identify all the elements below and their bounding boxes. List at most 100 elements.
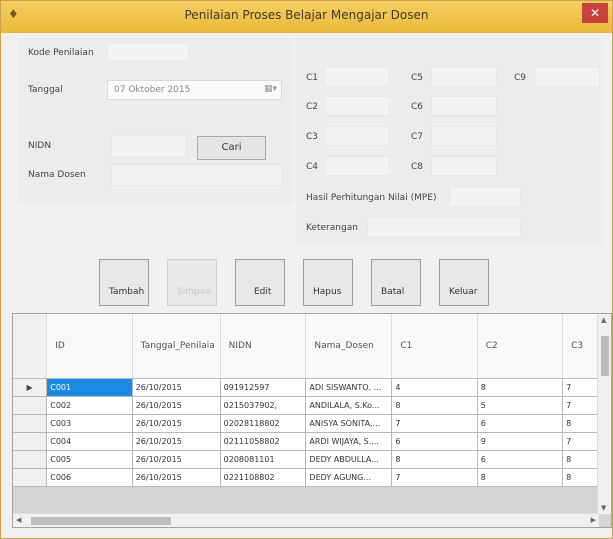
keterangan-field[interactable] (367, 217, 521, 237)
kode-penilaian-label: Kode Penilaian (28, 48, 94, 58)
cell-c2[interactable]: 8 (477, 378, 564, 397)
c8-field[interactable] (431, 156, 497, 176)
batal-button[interactable]: Batal (371, 259, 421, 306)
c5-field[interactable] (431, 67, 497, 87)
column-header-tanggal[interactable]: Tanggal_Penilaia (132, 314, 221, 379)
cell-nidn[interactable]: 02111058802 (220, 432, 307, 451)
calendar-icon[interactable]: ▦▾ (264, 84, 277, 94)
cell-c2[interactable]: 9 (477, 432, 564, 451)
row-header[interactable] (13, 450, 48, 469)
cell-nama-dosen[interactable]: ADI SISWANTO, ... (305, 378, 393, 397)
scroll-down-icon[interactable]: ▼ (601, 504, 606, 512)
cell-nidn[interactable]: 0215037902, (220, 396, 307, 415)
cell-id[interactable]: C003 (46, 414, 133, 433)
row-header[interactable] (13, 396, 48, 415)
cell-c1[interactable]: 4 (391, 378, 478, 397)
column-header-id[interactable]: ID (46, 314, 133, 379)
scroll-up-icon[interactable]: ▲ (601, 316, 606, 324)
cell-c2[interactable]: 8 (477, 468, 564, 487)
cell-c1[interactable]: 8 (391, 396, 478, 415)
cell-tanggal[interactable]: 26/10/2015 (132, 450, 221, 469)
c5-label: C5 (411, 73, 424, 83)
current-row-indicator[interactable]: ▶ (13, 378, 48, 397)
nidn-label: NIDN (28, 141, 52, 151)
cell-c2[interactable]: 6 (477, 414, 564, 433)
cell-nama-dosen[interactable]: DEDY AGUNG... (305, 468, 393, 487)
hasil-mpe-field[interactable] (449, 187, 521, 207)
keterangan-label: Keterangan (306, 223, 358, 233)
table-row[interactable]: C004 26/10/2015 02111058802 ARDI WIJAYA,… (13, 432, 611, 451)
row-header-corner (13, 314, 48, 379)
c3-field[interactable] (324, 126, 390, 146)
hasil-mpe-label: Hasil Perhitungan Nilai (MPE) (306, 193, 437, 203)
tanggal-label: Tanggal (28, 85, 63, 95)
cell-tanggal[interactable]: 26/10/2015 (132, 468, 221, 487)
scroll-right-icon[interactable]: ▶ (591, 516, 596, 524)
c9-field[interactable] (534, 67, 600, 87)
row-header[interactable] (13, 414, 48, 433)
cell-tanggal[interactable]: 26/10/2015 (132, 414, 221, 433)
cell-c1[interactable]: 8 (391, 450, 478, 469)
row-header[interactable] (13, 432, 48, 451)
cell-nidn[interactable]: 0208081101 (220, 450, 307, 469)
close-button[interactable]: ✕ (582, 3, 608, 23)
cell-tanggal[interactable]: 26/10/2015 (132, 396, 221, 415)
column-header-nama-dosen[interactable]: Nama_Dosen (305, 314, 393, 379)
edit-button[interactable]: Edit (235, 259, 285, 306)
hapus-button[interactable]: Hapus (303, 259, 353, 306)
cell-c1[interactable]: 7 (391, 414, 478, 433)
table-row[interactable]: C005 26/10/2015 0208081101 DEDY ABDULLA.… (13, 450, 611, 469)
cell-nama-dosen[interactable]: ANDILALA, S.Ko... (305, 396, 393, 415)
scroll-left-icon[interactable]: ◀ (16, 516, 21, 524)
vertical-scroll-thumb[interactable] (601, 336, 609, 376)
tanggal-value: 07 Oktober 2015 (114, 85, 191, 95)
cell-nidn[interactable]: 091912597 (220, 378, 307, 397)
c4-field[interactable] (324, 156, 390, 176)
table-row[interactable]: C006 26/10/2015 0221108802 DEDY AGUNG...… (13, 468, 611, 487)
c1-field[interactable] (324, 67, 390, 87)
cell-nidn[interactable]: 0221108802 (220, 468, 307, 487)
vertical-scrollbar[interactable]: ▲ ▼ (597, 314, 611, 514)
row-header[interactable] (13, 468, 48, 487)
column-header-nidn[interactable]: NIDN (220, 314, 307, 379)
cell-id[interactable]: C005 (46, 450, 133, 469)
cari-button[interactable]: Cari (197, 136, 266, 160)
cell-c1[interactable]: 7 (391, 468, 478, 487)
c2-field[interactable] (324, 96, 390, 116)
c3-label: C3 (306, 132, 319, 142)
tambah-button[interactable]: Tambah (99, 259, 149, 306)
kode-penilaian-field[interactable] (107, 43, 189, 61)
cell-id[interactable]: C006 (46, 468, 133, 487)
tanggal-picker[interactable]: 07 Oktober 2015 ▦▾ (107, 80, 282, 100)
cell-tanggal[interactable]: 26/10/2015 (132, 432, 221, 451)
nama-dosen-field[interactable] (111, 164, 283, 186)
cell-nidn[interactable]: 02028118802 (220, 414, 307, 433)
cell-nama-dosen[interactable]: DEDY ABDULLA... (305, 450, 393, 469)
nidn-field[interactable] (111, 135, 187, 157)
cell-id[interactable]: C002 (46, 396, 133, 415)
table-row[interactable]: ▶ C001 26/10/2015 091912597 ADI SISWANTO… (13, 378, 611, 397)
table-row[interactable]: C002 26/10/2015 0215037902, ANDILALA, S.… (13, 396, 611, 415)
cell-tanggal[interactable]: 26/10/2015 (132, 378, 221, 397)
cell-id[interactable]: C001 (46, 378, 133, 397)
c6-field[interactable] (431, 96, 497, 116)
c8-label: C8 (411, 162, 424, 172)
penilaian-data-grid[interactable]: ID Tanggal_Penilaia NIDN Nama_Dosen C1 C… (12, 313, 612, 528)
table-row[interactable]: C003 26/10/2015 02028118802 ANISYA SONIT… (13, 414, 611, 433)
column-header-c2[interactable]: C2 (477, 314, 564, 379)
cell-nama-dosen[interactable]: ARDI WIJAYA, S.... (305, 432, 393, 451)
window-title: Penilaian Proses Belajar Mengajar Dosen (184, 8, 429, 22)
grid-table: ID Tanggal_Penilaia NIDN Nama_Dosen C1 C… (13, 314, 611, 487)
c7-field[interactable] (431, 126, 497, 146)
cell-c2[interactable]: 5 (477, 396, 564, 415)
c9-label: C9 (514, 73, 527, 83)
cell-c2[interactable]: 6 (477, 450, 564, 469)
horizontal-scrollbar[interactable]: ◀ ▶ (13, 513, 599, 527)
cell-c1[interactable]: 6 (391, 432, 478, 451)
simpan-button[interactable]: Simpan (167, 259, 217, 306)
keluar-button[interactable]: Keluar (439, 259, 489, 306)
cell-nama-dosen[interactable]: ANISYA SONITA,... (305, 414, 393, 433)
column-header-c1[interactable]: C1 (391, 314, 478, 379)
cell-id[interactable]: C004 (46, 432, 133, 451)
horizontal-scroll-thumb[interactable] (31, 517, 171, 525)
